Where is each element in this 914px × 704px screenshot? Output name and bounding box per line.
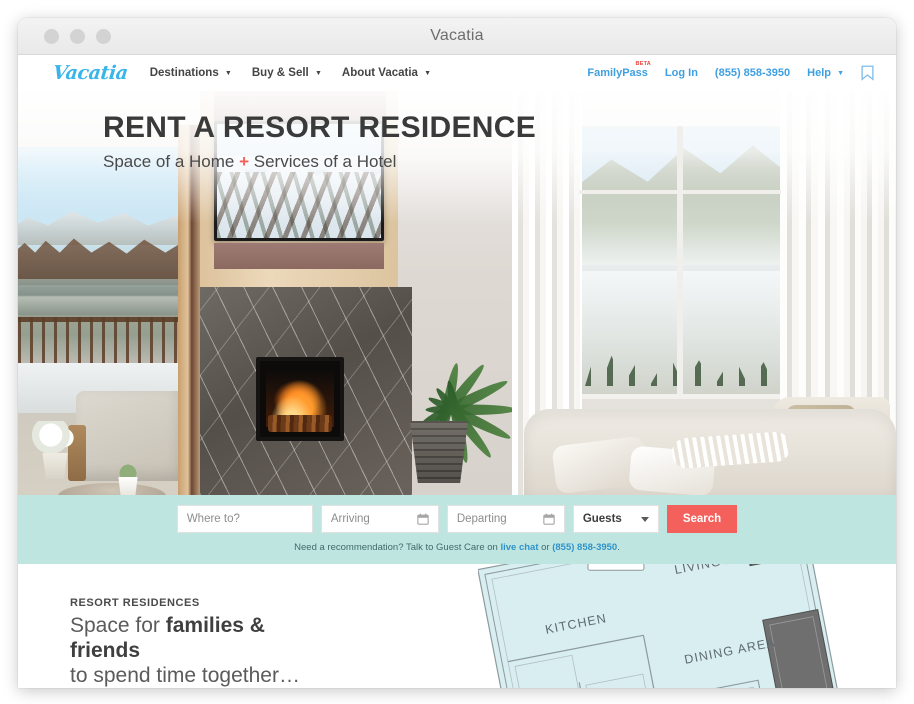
section-headline: Space for families & friends to spend ti… (70, 614, 340, 688)
search-button[interactable]: Search (666, 505, 738, 533)
hero-copy: RENT A RESORT RESIDENCE Space of a Home … (103, 112, 536, 172)
hero-subtitle-after: Services of a Hotel (249, 151, 397, 171)
resort-residences-section: RESORT RESIDENCES Space for families & f… (18, 564, 896, 688)
site-navbar: Vacatia Destinations ▼ Buy & Sell ▼ Abou… (18, 55, 896, 91)
guest-care-phone-link[interactable]: (855) 858-3950 (552, 542, 617, 553)
guest-care-line: Need a recommendation? Talk to Guest Car… (294, 542, 620, 553)
headline-part-2: to spend time together… and (70, 663, 300, 687)
calendar-icon (417, 513, 429, 525)
departure-date-input[interactable]: Departing (446, 505, 565, 533)
browser-window: Vacatia Vacatia Destinations ▼ Buy & Sel… (18, 18, 896, 688)
section-eyebrow: RESORT RESIDENCES (70, 597, 200, 609)
nav-label-destinations: Destinations (149, 67, 219, 79)
nav-label-familypass: FamilyPass (587, 67, 648, 79)
guest-care-suffix: . (617, 542, 620, 553)
arrival-date-input[interactable]: Arriving (320, 505, 439, 533)
secondary-nav: FamilyPass BETA Log In (855) 858-3950 He… (587, 61, 896, 81)
nav-label-buy-sell: Buy & Sell (251, 67, 309, 79)
window-titlebar: Vacatia (18, 18, 896, 55)
primary-nav: Destinations ▼ Buy & Sell ▼ About Vacati… (150, 67, 431, 79)
nav-item-log-in[interactable]: Log In (665, 67, 698, 79)
nav-label-help: Help (807, 67, 831, 79)
chevron-down-icon: ▼ (314, 70, 322, 77)
nav-label-about-vacatia: About Vacatia (341, 67, 418, 79)
hero-subtitle-before: Space of a Home (103, 151, 240, 171)
chevron-down-icon (640, 516, 649, 522)
guests-select[interactable]: Guests (572, 505, 659, 533)
bookmark-icon[interactable] (861, 65, 874, 81)
page-viewport: Vacatia Destinations ▼ Buy & Sell ▼ Abou… (18, 55, 896, 688)
nav-item-familypass[interactable]: FamilyPass BETA (587, 61, 650, 79)
nav-item-about-vacatia[interactable]: About Vacatia ▼ (342, 67, 431, 79)
guest-care-prefix: Need a recommendation? Talk to Guest Car… (294, 542, 501, 553)
destination-placeholder: Where to? (186, 513, 240, 525)
live-chat-link[interactable]: live chat (500, 542, 538, 553)
chevron-down-icon: ▼ (837, 70, 844, 77)
search-form: Where to? Arriving Departing Guests Sear… (176, 505, 738, 533)
nav-item-phone[interactable]: (855) 858-3950 (715, 67, 790, 79)
headline-part-1: Space for (70, 614, 166, 637)
floorplan-illustration: KITCHEN LIVING AREA DINING AREA BATHROOM… (478, 564, 847, 688)
hero-firebox (256, 357, 344, 441)
nav-item-help[interactable]: Help ▼ (807, 67, 844, 79)
guests-label: Guests (582, 513, 622, 525)
departure-placeholder: Departing (456, 513, 507, 525)
chevron-down-icon: ▼ (224, 70, 232, 77)
guest-care-mid: or (538, 542, 553, 553)
search-strip: Where to? Arriving Departing Guests Sear… (18, 495, 896, 564)
hero-subtitle: Space of a Home + Services of a Hotel (103, 152, 536, 172)
site-logo[interactable]: Vacatia (52, 62, 129, 84)
window-title: Vacatia (430, 27, 484, 44)
hero-section: RENT A RESORT RESIDENCE Space of a Home … (18, 91, 896, 495)
destination-input[interactable]: Where to? (176, 505, 313, 533)
hero-palm-plant (390, 303, 517, 464)
resort-residences-copy: RESORT RESIDENCES Space for families & f… (70, 597, 340, 688)
chevron-down-icon: ▼ (424, 70, 432, 77)
arrival-placeholder: Arriving (330, 513, 370, 525)
nav-item-destinations[interactable]: Destinations ▼ (150, 67, 232, 79)
plus-icon: + (239, 151, 250, 171)
nav-item-buy-sell[interactable]: Buy & Sell ▼ (252, 67, 322, 79)
calendar-icon (543, 513, 555, 525)
hero-title: RENT A RESORT RESIDENCE (103, 111, 537, 144)
beta-badge: BETA (635, 61, 651, 67)
